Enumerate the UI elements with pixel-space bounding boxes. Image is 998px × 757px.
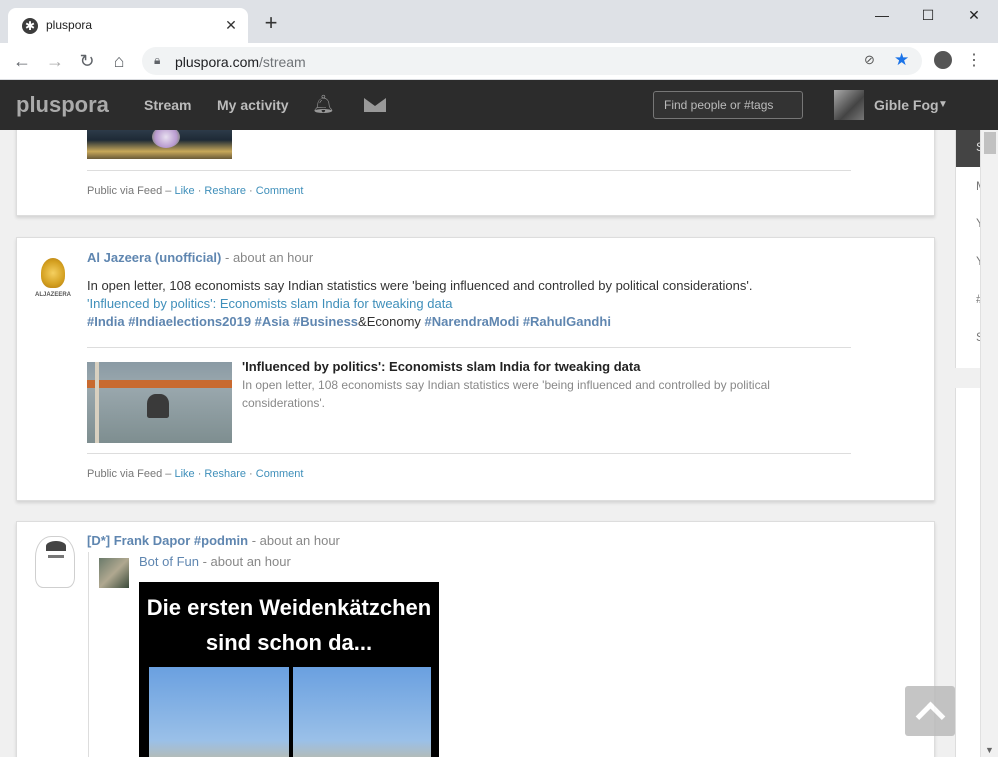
scroll-thumb[interactable] <box>984 132 996 154</box>
maximize-button[interactable]: ☐ <box>905 0 951 32</box>
reload-icon[interactable]: ↻ <box>75 49 99 73</box>
hashtag-india[interactable]: #India <box>87 314 125 329</box>
og-title[interactable]: 'Influenced by politics': Economists sla… <box>242 359 640 374</box>
og-thumbnail[interactable] <box>87 362 232 443</box>
right-sidebar-lower <box>955 388 980 757</box>
tab-title: pluspora <box>46 18 93 32</box>
close-window-button[interactable]: ✕ <box>951 0 997 32</box>
stream-post: ALJAZEERA Al Jazeera (unofficial) - abou… <box>16 237 935 501</box>
hashtag-business[interactable]: #Business <box>293 314 358 329</box>
scroll-down-icon[interactable]: ▼ <box>985 745 994 755</box>
post-author: [D*] Frank Dapor #podmin - about an hour <box>87 533 340 548</box>
conversations-mail-icon[interactable] <box>364 98 386 112</box>
nav-my-activity[interactable]: My activity <box>217 97 289 113</box>
frank-dapor-avatar[interactable] <box>35 536 75 588</box>
pluspora-favicon-icon: ✱ <box>22 18 38 34</box>
aljazeera-avatar[interactable]: ALJAZEERA <box>35 258 71 302</box>
user-avatar[interactable] <box>834 90 864 120</box>
post-footer: Public via Feed – Like · Reshare · Comme… <box>87 185 304 197</box>
bot-of-fun-avatar[interactable] <box>99 558 129 588</box>
tab-close-icon[interactable]: ✕ <box>222 16 240 34</box>
notifications-bell-icon[interactable]: 🔔︎ <box>312 94 335 114</box>
right-sidebar: S M Y Y # S <box>955 130 986 368</box>
hashtag-rahulgandhi[interactable]: #RahulGandhi <box>523 314 611 329</box>
reshare-link[interactable]: Reshare <box>204 185 246 197</box>
like-link[interactable]: Like <box>174 468 194 480</box>
lock-icon: 🔒︎ <box>154 53 161 67</box>
back-icon[interactable]: ← <box>10 49 34 73</box>
post-footer: Public via Feed – Like · Reshare · Comme… <box>87 468 304 480</box>
post-body: In open letter, 108 economists say India… <box>87 278 753 329</box>
browser-menu-icon[interactable]: ⋮ <box>966 50 982 70</box>
forward-icon[interactable]: → <box>43 49 67 73</box>
browser-toolbar: ← → ↻ ⌂ 🔒︎ pluspora.com/stream ⊘ ★ ⋮ <box>0 43 998 80</box>
url-text: pluspora.com/stream <box>175 54 306 70</box>
bookmark-star-icon[interactable]: ★ <box>894 50 909 70</box>
post-author: Al Jazeera (unofficial) - about an hour <box>87 250 314 265</box>
article-link[interactable]: 'Influenced by politics': Economists sla… <box>87 296 453 311</box>
reshare-link[interactable]: Reshare <box>204 468 246 480</box>
blocked-extension-icon[interactable]: ⊘ <box>864 52 880 68</box>
hashtag-narendramodi[interactable]: #NarendraModi <box>425 314 520 329</box>
browser-tab[interactable]: ✱ pluspora ✕ <box>8 8 248 43</box>
new-tab-button[interactable]: + <box>260 12 282 34</box>
hashtag-asia[interactable]: #Asia <box>255 314 290 329</box>
stream-post: Public via Feed – Like · Reshare · Comme… <box>16 130 935 216</box>
nav-stream[interactable]: Stream <box>144 97 191 113</box>
user-name[interactable]: Gible Fog <box>874 97 939 113</box>
page-scrollbar[interactable]: ▼ <box>980 130 998 757</box>
site-header: pluspora Stream My activity 🔔︎ Gible Fog… <box>0 80 998 130</box>
comment-link[interactable]: Comment <box>256 468 304 480</box>
address-bar[interactable]: 🔒︎ pluspora.com/stream ⊘ ★ <box>142 47 922 75</box>
comment-link[interactable]: Comment <box>256 185 304 197</box>
og-description: In open letter, 108 economists say India… <box>242 378 770 410</box>
brand-logo[interactable]: pluspora <box>16 92 109 118</box>
back-to-top-button[interactable] <box>905 686 955 736</box>
stream-content: Public via Feed – Like · Reshare · Comme… <box>0 130 998 757</box>
home-icon[interactable]: ⌂ <box>107 49 131 73</box>
like-link[interactable]: Like <box>174 185 194 197</box>
stream-post: [D*] Frank Dapor #podmin - about an hour… <box>16 521 935 757</box>
minimize-button[interactable]: — <box>859 0 905 32</box>
chevron-down-icon[interactable]: ▼ <box>938 99 948 110</box>
hashtag-indiaelections2019[interactable]: #Indiaelections2019 <box>128 314 251 329</box>
browser-tab-strip: ✱ pluspora ✕ + — ☐ ✕ <box>0 0 998 43</box>
browser-profile-icon[interactable] <box>934 51 952 69</box>
search-input[interactable] <box>653 91 803 119</box>
reshare-author: Bot of Fun - about an hour <box>139 554 291 569</box>
post-image[interactable] <box>87 130 232 159</box>
shared-image[interactable]: Die ersten Weidenkätzchen sind schon da.… <box>139 582 439 757</box>
